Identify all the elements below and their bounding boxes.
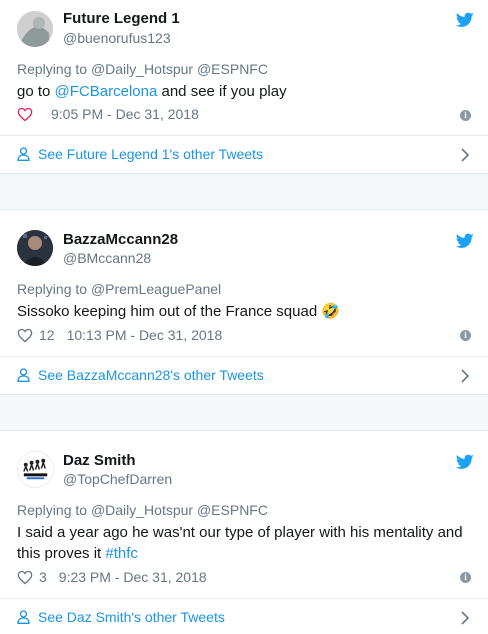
info-icon[interactable]: i: [460, 110, 471, 121]
person-icon: [17, 610, 30, 624]
twitter-bird-icon[interactable]: [456, 233, 474, 249]
tweet-card: Daz Smith @TopChefDarren Replying to @Da…: [0, 431, 488, 634]
reply-prefix: Replying to: [17, 502, 88, 518]
tweet-text-part: Sissoko keeping him out of the France sq…: [17, 303, 318, 320]
twitter-bird-icon[interactable]: [456, 12, 474, 28]
tweet-separator: [0, 394, 488, 431]
chevron-right-icon[interactable]: [460, 611, 470, 625]
reply-mention-link[interactable]: @Daily_Hotspur: [91, 61, 193, 77]
author-name[interactable]: Daz Smith: [63, 452, 136, 469]
info-icon[interactable]: i: [460, 330, 471, 341]
heart-icon[interactable]: [17, 107, 33, 122]
reply-mention-link[interactable]: @ESPNFC: [197, 61, 268, 77]
author-handle[interactable]: @TopChefDarren: [63, 471, 172, 487]
tweet-timestamp[interactable]: 10:13 PM - Dec 31, 2018: [67, 327, 223, 343]
like-count: 12: [39, 327, 55, 343]
divider: [0, 598, 488, 599]
info-icon[interactable]: i: [460, 572, 471, 583]
person-icon: [17, 368, 30, 382]
emoji: 🤣: [321, 303, 341, 320]
person-icon: [17, 147, 30, 161]
like-count: 3: [39, 569, 47, 585]
user-avatar-icon[interactable]: [17, 230, 53, 266]
reply-mention-link[interactable]: @PremLeaguePanel: [91, 281, 221, 297]
chevron-right-icon[interactable]: [460, 148, 470, 162]
see-other-tweets-label[interactable]: See BazzaMccann28's other Tweets: [38, 367, 264, 383]
divider: [0, 356, 488, 357]
tweet-meta: 3 9:23 PM - Dec 31, 2018: [17, 569, 207, 585]
twitter-bird-icon[interactable]: [456, 454, 474, 470]
tweet-separator: [0, 173, 488, 210]
tweet-text-part: I said a year ago he was'nt our type of …: [17, 524, 463, 562]
reply-context: Replying to @Daily_Hotspur @ESPNFC: [17, 502, 268, 518]
tweet-text: go to @FCBarcelona and see if you play: [17, 81, 472, 102]
reply-context: Replying to @PremLeaguePanel: [17, 281, 221, 297]
tweet-text-part: go to: [17, 83, 51, 100]
tweet-text-part: and see if you play: [161, 83, 287, 100]
mention-link[interactable]: @FCBarcelona: [55, 83, 158, 100]
see-other-tweets-label[interactable]: See Daz Smith's other Tweets: [38, 609, 225, 625]
reply-context: Replying to @Daily_Hotspur @ESPNFC: [17, 61, 268, 77]
see-other-tweets-label[interactable]: See Future Legend 1's other Tweets: [38, 146, 263, 162]
see-other-tweets-link[interactable]: See Future Legend 1's other Tweets: [17, 146, 263, 162]
reply-mention-link[interactable]: @ESPNFC: [197, 502, 268, 518]
author-name[interactable]: BazzaMccann28: [63, 231, 178, 248]
evolution-skills-logo-icon[interactable]: [17, 451, 54, 488]
reply-prefix: Replying to: [17, 61, 88, 77]
user-avatar-icon[interactable]: [17, 11, 53, 47]
heart-icon[interactable]: [17, 570, 33, 585]
author-handle[interactable]: @buenorufus123: [63, 30, 171, 46]
heart-icon[interactable]: [17, 328, 33, 343]
tweet-meta: 9:05 PM - Dec 31, 2018: [17, 106, 199, 122]
reply-prefix: Replying to: [17, 281, 88, 297]
author-handle[interactable]: @BMccann28: [63, 250, 151, 266]
see-other-tweets-link[interactable]: See BazzaMccann28's other Tweets: [17, 367, 264, 383]
see-other-tweets-link[interactable]: See Daz Smith's other Tweets: [17, 609, 225, 625]
tweet-timestamp[interactable]: 9:05 PM - Dec 31, 2018: [51, 106, 199, 122]
hashtag-link[interactable]: #thfc: [105, 545, 138, 562]
divider: [0, 135, 488, 136]
tweet-timestamp[interactable]: 9:23 PM - Dec 31, 2018: [59, 569, 207, 585]
author-name[interactable]: Future Legend 1: [63, 10, 180, 27]
tweet-meta: 12 10:13 PM - Dec 31, 2018: [17, 327, 222, 343]
reply-mention-link[interactable]: @Daily_Hotspur: [91, 502, 193, 518]
tweet-card: Future Legend 1 @buenorufus123 Replying …: [0, 0, 488, 174]
tweet-text: Sissoko keeping him out of the France sq…: [17, 301, 472, 322]
tweet-text: I said a year ago he was'nt our type of …: [17, 522, 472, 564]
chevron-right-icon[interactable]: [460, 369, 470, 383]
